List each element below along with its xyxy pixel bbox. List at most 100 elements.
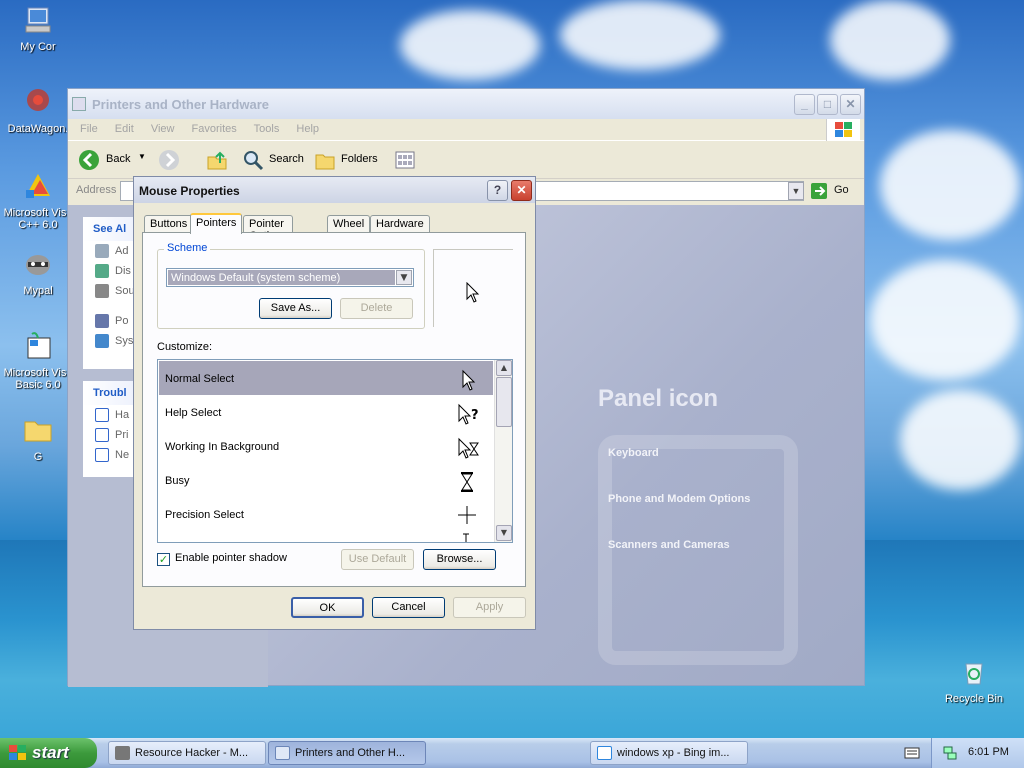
cloud [900, 390, 1020, 490]
apply-button[interactable]: Apply [453, 597, 526, 618]
start-button[interactable]: start [0, 738, 97, 768]
help-button[interactable]: ? [487, 180, 508, 201]
link-keyboard[interactable]: Keyboard [608, 447, 659, 459]
content-heading: Panel icon [598, 385, 719, 412]
list-scrollbar[interactable]: ▲ ▼ [494, 360, 512, 542]
pointer-preview [433, 249, 513, 327]
folders-icon [315, 154, 335, 170]
clock[interactable]: 6:01 PM [968, 746, 1009, 758]
customize-label: Customize: [157, 341, 213, 353]
search-label: Search [269, 153, 304, 165]
dialog-close-button[interactable]: ✕ [511, 180, 532, 201]
tab-pointers[interactable]: Pointers [190, 213, 243, 234]
arrow-cursor-icon [462, 369, 476, 391]
explorer-titlebar[interactable]: Printers and Other Hardware _ □ ✕ [68, 89, 864, 119]
menu-tools[interactable]: Tools [254, 123, 280, 135]
scroll-thumb[interactable] [496, 377, 512, 427]
desktop-icon-my-computer[interactable]: My Cor [0, 4, 76, 53]
desktop-icon-label: DataWagon. [7, 123, 69, 135]
minimize-button[interactable]: _ [794, 94, 815, 115]
address-dropdown-button[interactable]: ▼ [788, 182, 804, 200]
back-button[interactable]: Back ▼ [78, 149, 148, 171]
menu-help[interactable]: Help [296, 123, 319, 135]
chevron-down-icon[interactable]: ▼ [396, 270, 412, 285]
windows-logo-icon [9, 745, 26, 760]
menu-view[interactable]: View [151, 123, 175, 135]
folder-icon [24, 421, 52, 442]
taskbar-button[interactable]: Printers and Other H... [268, 741, 426, 765]
scroll-down-button[interactable]: ▼ [496, 525, 512, 541]
list-item[interactable]: Normal Select [159, 361, 493, 395]
tab-hardware[interactable]: Hardware [370, 215, 430, 233]
link-phone-modem[interactable]: Phone and Modem Options [608, 493, 750, 505]
search-button[interactable]: Search [242, 149, 308, 171]
desktop-icon-datawagon[interactable]: DataWagon. [0, 86, 76, 135]
internet-explorer-icon [597, 746, 612, 760]
tab-pointer-options[interactable]: Pointer Options [243, 215, 293, 242]
use-default-button[interactable]: Use Default [341, 549, 414, 570]
desktop-icon-mypal[interactable]: Mypal [0, 248, 76, 297]
resource-hacker-icon [115, 746, 130, 760]
text-cursor-icon [463, 533, 469, 542]
desktop-icon-visual-cpp[interactable]: Microsoft Visu C++ 6.0 [0, 170, 76, 231]
network-icon[interactable] [942, 745, 958, 761]
display-icon [95, 264, 109, 278]
keyboard-icon[interactable] [904, 746, 920, 760]
mouse-properties-dialog: Mouse Properties ? ✕ Buttons Pointers Po… [133, 176, 536, 630]
folders-label: Folders [341, 153, 378, 165]
cancel-button[interactable]: Cancel [372, 597, 445, 618]
menu-file[interactable]: File [80, 123, 98, 135]
ok-button[interactable]: OK [291, 597, 364, 618]
list-item[interactable]: Working In Background [159, 429, 493, 463]
close-button[interactable]: ✕ [840, 94, 861, 115]
chevron-down-icon: ▼ [138, 152, 146, 161]
folders-button[interactable]: Folders [314, 149, 380, 171]
start-label: start [32, 743, 69, 762]
arrow-cursor-icon [466, 282, 480, 303]
tab-wheel[interactable]: Wheel [327, 215, 371, 233]
explorer-window-icon [275, 746, 290, 760]
computer-icon [25, 7, 51, 33]
dialog-titlebar[interactable]: Mouse Properties ? ✕ [134, 177, 535, 203]
list-item[interactable]: Precision Select [159, 497, 493, 531]
help-icon [95, 408, 109, 422]
maximize-button[interactable]: □ [817, 94, 838, 115]
scheme-select[interactable]: Windows Default (system scheme) ▼ [166, 268, 414, 287]
back-label: Back [106, 153, 131, 165]
pointer-list[interactable]: Normal Select Help Select ? Working In B… [157, 359, 513, 543]
desktop-icon-visual-basic[interactable]: Microsoft Visu Basic 6.0 [0, 330, 76, 391]
desktop-icon-recycle-bin[interactable]: Recycle Bin [936, 656, 1012, 705]
desktop-icon-folder-g[interactable]: G [0, 414, 76, 463]
browse-button[interactable]: Browse... [423, 549, 496, 570]
forward-arrow-icon[interactable] [158, 149, 180, 171]
list-item[interactable]: Busy [159, 463, 493, 497]
list-item[interactable]: Help Select ? [159, 395, 493, 429]
up-folder-icon[interactable] [206, 149, 228, 171]
item-label: Po [115, 314, 129, 327]
item-label: Sys [115, 334, 134, 347]
link-scanners-cameras[interactable]: Scanners and Cameras [608, 539, 730, 551]
scroll-up-button[interactable]: ▲ [496, 360, 512, 376]
views-button[interactable] [394, 149, 430, 171]
pointer-shadow-label[interactable]: Enable pointer shadow [175, 552, 287, 564]
power-icon [95, 314, 109, 328]
go-button[interactable]: Go [810, 182, 856, 200]
scheme-group: Scheme Windows Default (system scheme) ▼… [157, 242, 425, 329]
taskbar-button[interactable]: Resource Hacker - M... [108, 741, 266, 765]
pointer-shadow-checkbox[interactable]: ✓ [157, 553, 170, 566]
pointer-name: Precision Select [165, 509, 244, 521]
item-label: Ne [115, 448, 130, 461]
system-icon [95, 334, 109, 348]
go-arrow-icon [811, 183, 827, 199]
tab-buttons[interactable]: Buttons [144, 215, 194, 233]
pointer-name: Working In Background [165, 441, 280, 453]
taskbar-button[interactable]: windows xp - Bing im... [590, 741, 748, 765]
menu-edit[interactable]: Edit [115, 123, 134, 135]
views-grid-icon [395, 151, 415, 169]
cloud [830, 0, 950, 80]
save-as-button[interactable]: Save As... [259, 298, 332, 319]
taskbar: start Resource Hacker - M... Printers an… [0, 738, 1024, 768]
delete-button[interactable]: Delete [340, 298, 413, 319]
taskbar-button-label: windows xp - Bing im... [617, 747, 730, 759]
menu-favorites[interactable]: Favorites [192, 123, 237, 135]
